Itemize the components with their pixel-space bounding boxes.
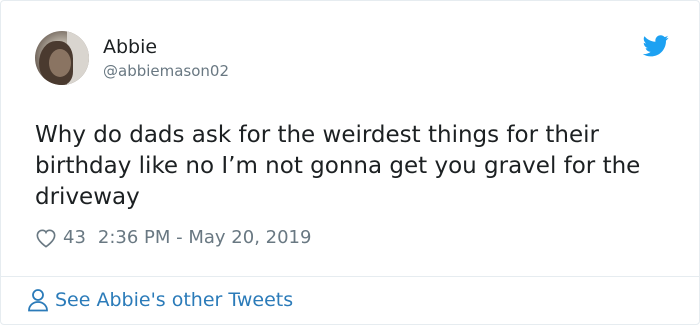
twitter-bird-icon[interactable] bbox=[643, 35, 669, 57]
author-handle[interactable]: @abbiemason02 bbox=[103, 61, 229, 81]
tweet-header: Abbie @abbiemason02 bbox=[35, 31, 229, 85]
tweet-timestamp[interactable]: 2:36 PM - May 20, 2019 bbox=[98, 227, 312, 248]
person-outline-icon bbox=[28, 289, 48, 312]
avatar[interactable] bbox=[35, 31, 89, 85]
embedded-tweet-card: Abbie @abbiemason02 Why do dads ask for … bbox=[0, 0, 700, 325]
tweet-text: Why do dads ask for the weirdest things … bbox=[35, 122, 641, 210]
tweet-meta: 43 2:36 PM - May 20, 2019 bbox=[35, 227, 311, 248]
heart-icon[interactable] bbox=[35, 228, 57, 248]
author-display-name[interactable]: Abbie bbox=[103, 35, 229, 59]
author-names: Abbie @abbiemason02 bbox=[103, 35, 229, 81]
see-other-tweets-label[interactable]: See Abbie's other Tweets bbox=[55, 289, 293, 311]
see-other-tweets-link[interactable]: See Abbie's other Tweets bbox=[27, 288, 293, 312]
avatar-face bbox=[49, 49, 71, 77]
like-count[interactable]: 43 bbox=[63, 227, 86, 248]
divider bbox=[1, 276, 699, 277]
